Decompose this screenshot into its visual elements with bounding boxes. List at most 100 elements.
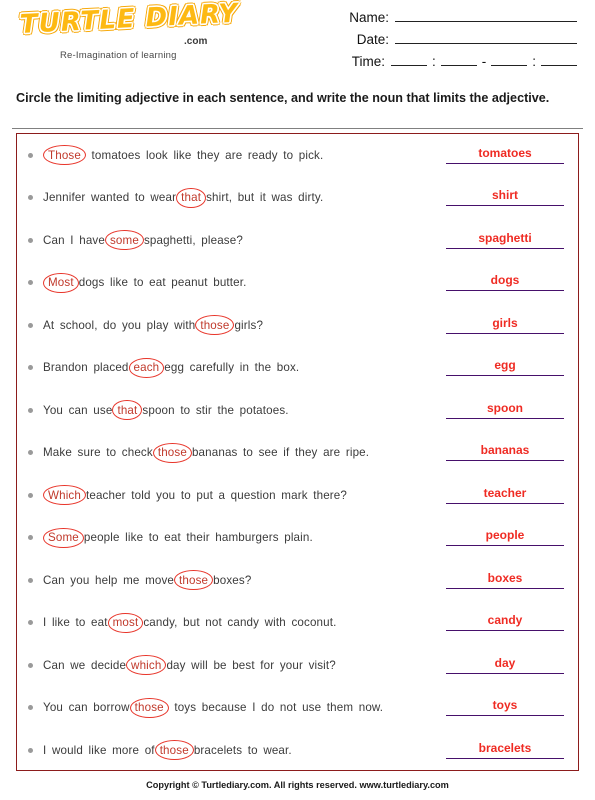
question-row: At school, do you play with those girls? gi… <box>17 304 578 347</box>
circled-adjective[interactable]: each <box>128 357 165 378</box>
sentence-suffix: boxes? <box>213 573 252 587</box>
question-row: Brandon placed each egg carefully in the b… <box>17 347 578 390</box>
copyright-footer: Copyright © Turtlediary.com. All rights … <box>146 780 449 790</box>
answer-cell[interactable]: bananas <box>446 443 564 462</box>
bullet-cell <box>17 705 43 711</box>
answer-noun: teacher <box>483 485 527 500</box>
circled-adjective[interactable]: those <box>154 740 194 761</box>
bullet-icon <box>27 407 33 413</box>
answer-noun: spaghetti <box>478 230 532 245</box>
question-row: You can use that spoon to stir the potatoe… <box>17 389 578 432</box>
sentence-prefix: I would like more of <box>43 743 155 757</box>
bullet-icon <box>27 450 33 456</box>
answer-cell[interactable]: day <box>446 656 564 674</box>
logo-domain-suffix: .com <box>184 36 208 47</box>
sentence-suffix: toys because I do not use them now. <box>168 701 384 715</box>
bullet-icon <box>27 195 33 201</box>
sentence-suffix: dogs like to eat peanut butter. <box>78 276 247 290</box>
bullet-cell <box>17 620 43 626</box>
answer-cell[interactable]: dogs <box>446 273 564 292</box>
worksheet-instruction: Circle the limiting adjective in each se… <box>16 91 550 105</box>
answer-cell[interactable]: teacher <box>446 485 564 504</box>
question-row: Some people like to eat their hamburgers … <box>17 517 578 560</box>
answer-write-line[interactable] <box>446 162 564 164</box>
answer-write-line[interactable] <box>446 715 564 717</box>
circled-adjective[interactable]: those <box>174 570 214 591</box>
question-row: Jennifer wanted to wear that shirt, but it… <box>17 177 578 220</box>
circled-adjective[interactable]: most <box>107 612 144 633</box>
answer-write-line[interactable] <box>446 672 564 674</box>
answer-write-line[interactable] <box>446 375 564 377</box>
circled-adjective[interactable]: Which <box>43 485 86 506</box>
name-input-line[interactable] <box>395 8 577 22</box>
circled-adjective[interactable]: Some <box>43 527 84 548</box>
circled-adjective[interactable]: those <box>152 442 193 463</box>
circled-adjective[interactable]: which <box>126 655 167 676</box>
answer-write-line[interactable] <box>446 332 564 334</box>
bullet-cell <box>17 407 43 413</box>
sentence-suffix: day will be best for your visit? <box>166 658 336 672</box>
circled-adjective[interactable]: those <box>195 315 235 336</box>
bullet-icon <box>27 535 33 541</box>
bullet-cell <box>17 450 43 456</box>
answer-cell[interactable]: candy <box>446 613 564 632</box>
answer-write-line[interactable] <box>446 247 564 249</box>
answer-write-line[interactable] <box>446 460 564 462</box>
answer-write-line[interactable] <box>446 545 564 547</box>
sentence-text: Jennifer wanted to wear that shirt, but it… <box>43 187 446 208</box>
sentence-text: You can borrow those toys because I do no… <box>43 697 446 718</box>
question-row: Which teacher told you to put a question … <box>17 474 578 517</box>
page-header: TURTLE DIARY .com Re-Imagination of lear… <box>0 0 595 86</box>
circled-adjective[interactable]: that <box>112 400 143 421</box>
answer-write-line[interactable] <box>446 630 564 632</box>
circled-adjective[interactable]: Those <box>43 145 86 166</box>
answer-cell[interactable]: bracelets <box>446 741 564 759</box>
time-start-hour-line[interactable] <box>390 52 427 66</box>
question-row: I would like more of those bracelets to we… <box>17 729 578 772</box>
answer-cell[interactable]: girls <box>446 315 564 334</box>
answer-write-line[interactable] <box>446 417 564 419</box>
circled-adjective[interactable]: those <box>129 697 169 718</box>
time-end-minute-line[interactable] <box>541 52 577 66</box>
answer-write-line[interactable] <box>446 205 564 207</box>
answer-write-line[interactable] <box>446 502 564 504</box>
circled-adjective[interactable]: Most <box>43 272 79 293</box>
answer-write-line[interactable] <box>446 587 564 589</box>
answer-write-line[interactable] <box>446 290 564 292</box>
sentence-suffix: people like to eat their hamburgers plai… <box>83 531 313 545</box>
answer-noun: spoon <box>487 400 523 415</box>
time-label: Time: <box>351 54 385 69</box>
date-input-line[interactable] <box>395 30 577 44</box>
answer-cell[interactable]: tomatoes <box>446 146 564 164</box>
sentence-text: Some people like to eat their hamburgers … <box>43 527 446 548</box>
answer-cell[interactable]: people <box>446 528 564 547</box>
bullet-icon <box>27 747 33 753</box>
answer-cell[interactable]: egg <box>446 358 564 377</box>
time-start-minute-line[interactable] <box>440 52 477 66</box>
answer-cell[interactable]: boxes <box>446 571 564 589</box>
sentence-prefix: Make sure to check <box>43 446 153 460</box>
bullet-cell <box>17 237 43 243</box>
answer-noun: girls <box>492 315 518 330</box>
bullet-icon <box>27 237 33 243</box>
sentence-suffix: teacher told you to put a question mark … <box>85 488 347 502</box>
brand-logo[interactable]: TURTLE DIARY .com Re-Imagination of lear… <box>14 0 244 70</box>
sentence-suffix: tomatoes look like they are ready to pic… <box>85 148 324 162</box>
answer-noun: people <box>485 528 525 543</box>
circled-adjective[interactable]: some <box>104 230 144 251</box>
circled-adjective[interactable]: that <box>176 187 207 208</box>
answer-write-line[interactable] <box>446 757 564 759</box>
date-label: Date: <box>356 32 389 47</box>
answer-cell[interactable]: spoon <box>446 400 564 419</box>
sentence-suffix: egg carefully in the box. <box>164 361 300 375</box>
answer-cell[interactable]: spaghetti <box>446 230 564 249</box>
sentence-suffix: bananas to see if they are ripe. <box>191 446 370 460</box>
answer-cell[interactable]: shirt <box>446 188 564 207</box>
sentence-prefix: You can borrow <box>43 701 130 715</box>
answer-cell[interactable]: toys <box>446 698 564 717</box>
sentence-prefix: Brandon placed <box>43 361 129 375</box>
sentence-suffix: shirt, but it was dirty. <box>206 191 324 205</box>
time-end-hour-line[interactable] <box>491 52 528 66</box>
bullet-cell <box>17 152 43 158</box>
answer-noun: bananas <box>480 443 530 458</box>
